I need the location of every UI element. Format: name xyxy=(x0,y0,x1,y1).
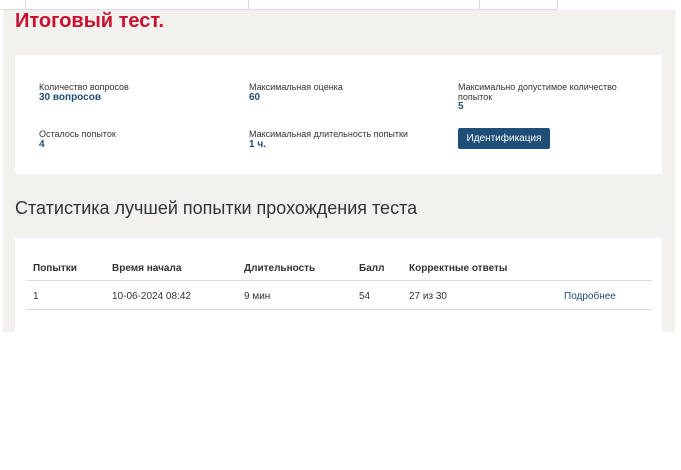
tab-segment[interactable] xyxy=(249,0,480,10)
tab-segment[interactable] xyxy=(0,0,26,10)
test-info-card xyxy=(15,55,662,174)
page-title: Итоговый тест. xyxy=(15,10,165,32)
max-duration-label: Максимальная длительность попытки xyxy=(249,129,408,139)
col-header-attempts: Попытки xyxy=(33,263,77,274)
questions-count-value: 30 вопросов xyxy=(39,92,101,103)
col-header-duration: Длительность xyxy=(244,263,316,274)
cell-correct: 27 из 30 xyxy=(409,291,447,302)
questions-count-label: Количество вопросов xyxy=(39,82,129,92)
top-tab-bar xyxy=(0,0,681,10)
attempts-left-value: 4 xyxy=(39,139,45,150)
max-score-label: Максимальная оценка xyxy=(249,82,343,92)
max-duration-value: 1 ч. xyxy=(249,139,266,150)
stats-title: Статистика лучшей попытки прохождения те… xyxy=(15,198,418,218)
cell-duration: 9 мин xyxy=(244,291,271,302)
row-divider xyxy=(26,309,652,310)
col-header-score: Балл xyxy=(359,263,385,274)
max-attempts-label: Максимально допустимое количество xyxy=(458,82,617,92)
col-header-start-time: Время начала xyxy=(112,263,182,274)
col-header-correct: Корректные ответы xyxy=(409,263,508,274)
details-link[interactable]: Подробнее xyxy=(564,291,616,302)
attempts-left-label: Осталось попыток xyxy=(39,129,116,139)
cell-score: 54 xyxy=(359,291,371,302)
cell-start-time: 10-06-2024 08:42 xyxy=(112,291,191,302)
max-attempts-value: 5 xyxy=(458,101,464,112)
max-score-value: 60 xyxy=(249,92,261,103)
cell-attempt: 1 xyxy=(33,291,39,302)
stats-table-card xyxy=(15,238,662,332)
identification-button[interactable]: Идентификация xyxy=(458,128,550,149)
tab-segment[interactable] xyxy=(480,0,558,10)
header-divider xyxy=(26,280,652,281)
tab-segment[interactable] xyxy=(26,0,249,10)
